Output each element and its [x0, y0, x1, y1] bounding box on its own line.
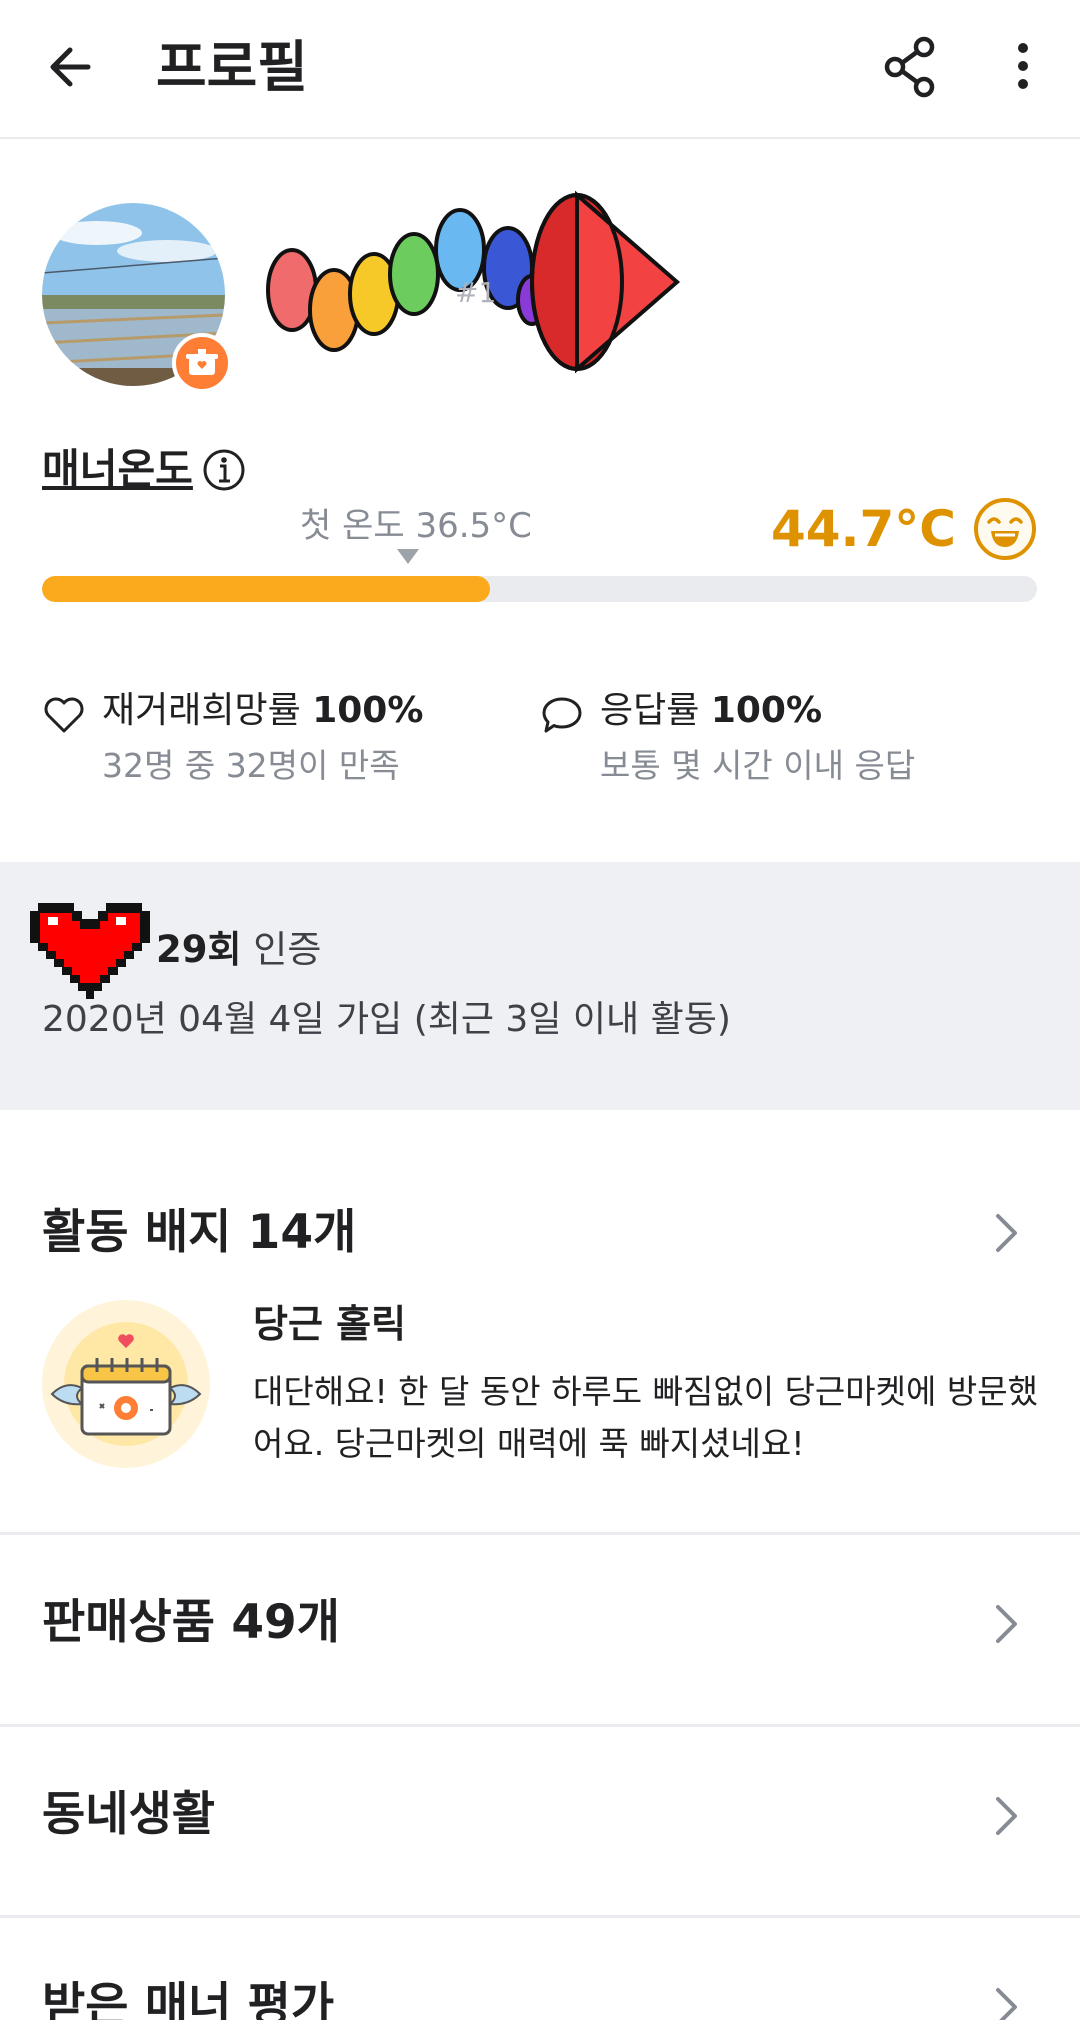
response-rate-label: 응답률: [600, 690, 700, 731]
response-rate-title: 응답률 100%: [600, 685, 822, 737]
manner-temperature-fill: [42, 576, 490, 602]
certification-section: [0, 862, 1080, 1110]
user-id: #1: [455, 276, 497, 309]
carrot-holic-badge-image[interactable]: [42, 1300, 210, 1468]
chevron-right-icon: [996, 1605, 1017, 1643]
more-options-button[interactable]: [990, 34, 1056, 100]
neighborhood-life-title: 동네생활: [42, 1787, 215, 1842]
heart-outline-icon: [44, 697, 84, 733]
badge-name: 당근 홀릭: [253, 1302, 407, 1346]
page-title: 프로필: [156, 35, 308, 99]
activity-badges-title: 활동 배지 14개: [42, 1205, 357, 1260]
smiling-face-icon: [974, 498, 1036, 560]
response-rate-sub: 보통 몇 시간 이내 응답: [600, 746, 916, 785]
avatar-badge: [172, 333, 232, 393]
back-button[interactable]: [40, 34, 106, 100]
pixel-heart-icon: [30, 903, 150, 999]
pot-icon: [186, 349, 218, 375]
sales-products-title: 판매상품 49개: [42, 1595, 340, 1650]
rehire-rate-title: 재거래희망률 100%: [102, 685, 423, 737]
more-vertical-icon: [1018, 43, 1028, 89]
sales-products-row[interactable]: 판매상품 49개: [0, 1535, 1080, 1725]
chevron-right-icon: [996, 1988, 1017, 2020]
top-app-bar: 프로필: [0, 0, 1080, 139]
badge-description: 대단해요! 한 달 동안 하루도 빠짐없이 당근마켓에 방문했어요. 당근마켓의…: [253, 1372, 1038, 1463]
activity-badges-row[interactable]: 활동 배지 14개: [0, 1110, 1080, 1302]
certification-count: 29회 인증: [156, 925, 321, 975]
chevron-right-icon: [996, 1797, 1017, 1835]
chevron-right-icon: [996, 1214, 1017, 1252]
info-icon[interactable]: [202, 448, 246, 492]
manner-reviews-row[interactable]: 받은 매너 평가: [0, 1918, 1080, 2020]
rehire-rate-label: 재거래희망률: [102, 690, 301, 731]
share-icon: [884, 36, 935, 98]
neighborhood-life-row[interactable]: 동네생활: [0, 1727, 1080, 1917]
rehire-rate-sub: 32명 중 32명이 만족: [102, 746, 400, 785]
chat-bubble-icon: [542, 697, 582, 733]
joined-date: 2020년 04월 4일 가입 (최근 3일 이내 활동): [42, 999, 731, 1040]
calendar-badge-icon: [50, 1322, 202, 1446]
manner-temperature-title[interactable]: 매너온도: [42, 443, 193, 495]
manner-temperature-value: 44.7°C: [770, 500, 956, 558]
first-temperature-label: 첫 온도 36.5°C: [300, 506, 532, 546]
rehire-rate-value: 100%: [312, 690, 424, 731]
manner-reviews-title: 받은 매너 평가: [42, 1978, 335, 2020]
arrow-left-icon: [50, 47, 91, 87]
first-temperature-marker: [397, 549, 419, 564]
response-rate-value: 100%: [710, 690, 823, 731]
certification-count-value: 29회: [156, 928, 242, 971]
share-button[interactable]: [878, 34, 944, 100]
certification-label: 인증: [253, 928, 322, 971]
manner-temperature-bar: [42, 576, 1037, 602]
